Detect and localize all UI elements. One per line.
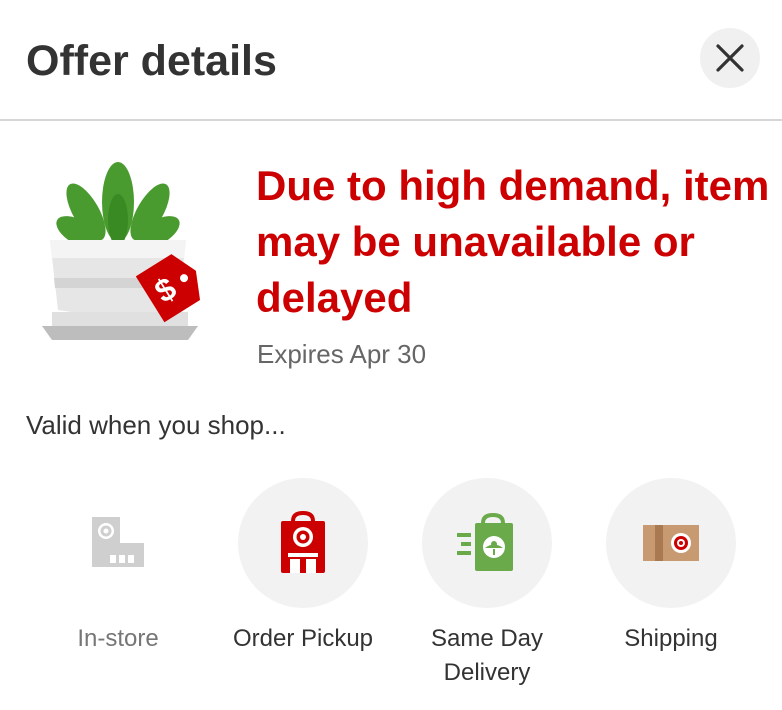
in-store-circle (53, 478, 183, 608)
option-same-day-delivery[interactable]: Same Day Delivery (397, 478, 577, 690)
option-label: Same Day Delivery (430, 625, 544, 686)
option-order-pickup[interactable]: Order Pickup (213, 478, 393, 656)
offer-headline: Due to high demand, item may be unavaila… (256, 162, 770, 321)
order-pickup-circle[interactable] (238, 478, 368, 608)
plant-pot-price-tag-illustration: $ (42, 162, 201, 340)
store-building-icon (92, 517, 144, 567)
shipping-circle[interactable] (606, 478, 736, 608)
same-day-delivery-circle[interactable] (422, 478, 552, 608)
valid-when-label: Valid when you shop... (26, 410, 286, 440)
option-in-store: In-store (28, 478, 208, 656)
close-icon (716, 44, 744, 72)
option-label: Shipping (624, 625, 718, 652)
page-title: Offer details (26, 37, 277, 85)
pickup-bag-icon (281, 511, 325, 573)
option-label: Order Pickup (232, 625, 374, 652)
close-button[interactable] (700, 28, 760, 88)
offer-expiration: Expires Apr 30 (257, 339, 427, 369)
modal-header: Offer details (0, 0, 782, 121)
delivery-bag-icon (457, 512, 513, 571)
option-shipping[interactable]: Shipping (581, 478, 761, 656)
shipping-box-icon (643, 525, 699, 561)
option-label: In-store (77, 625, 159, 652)
